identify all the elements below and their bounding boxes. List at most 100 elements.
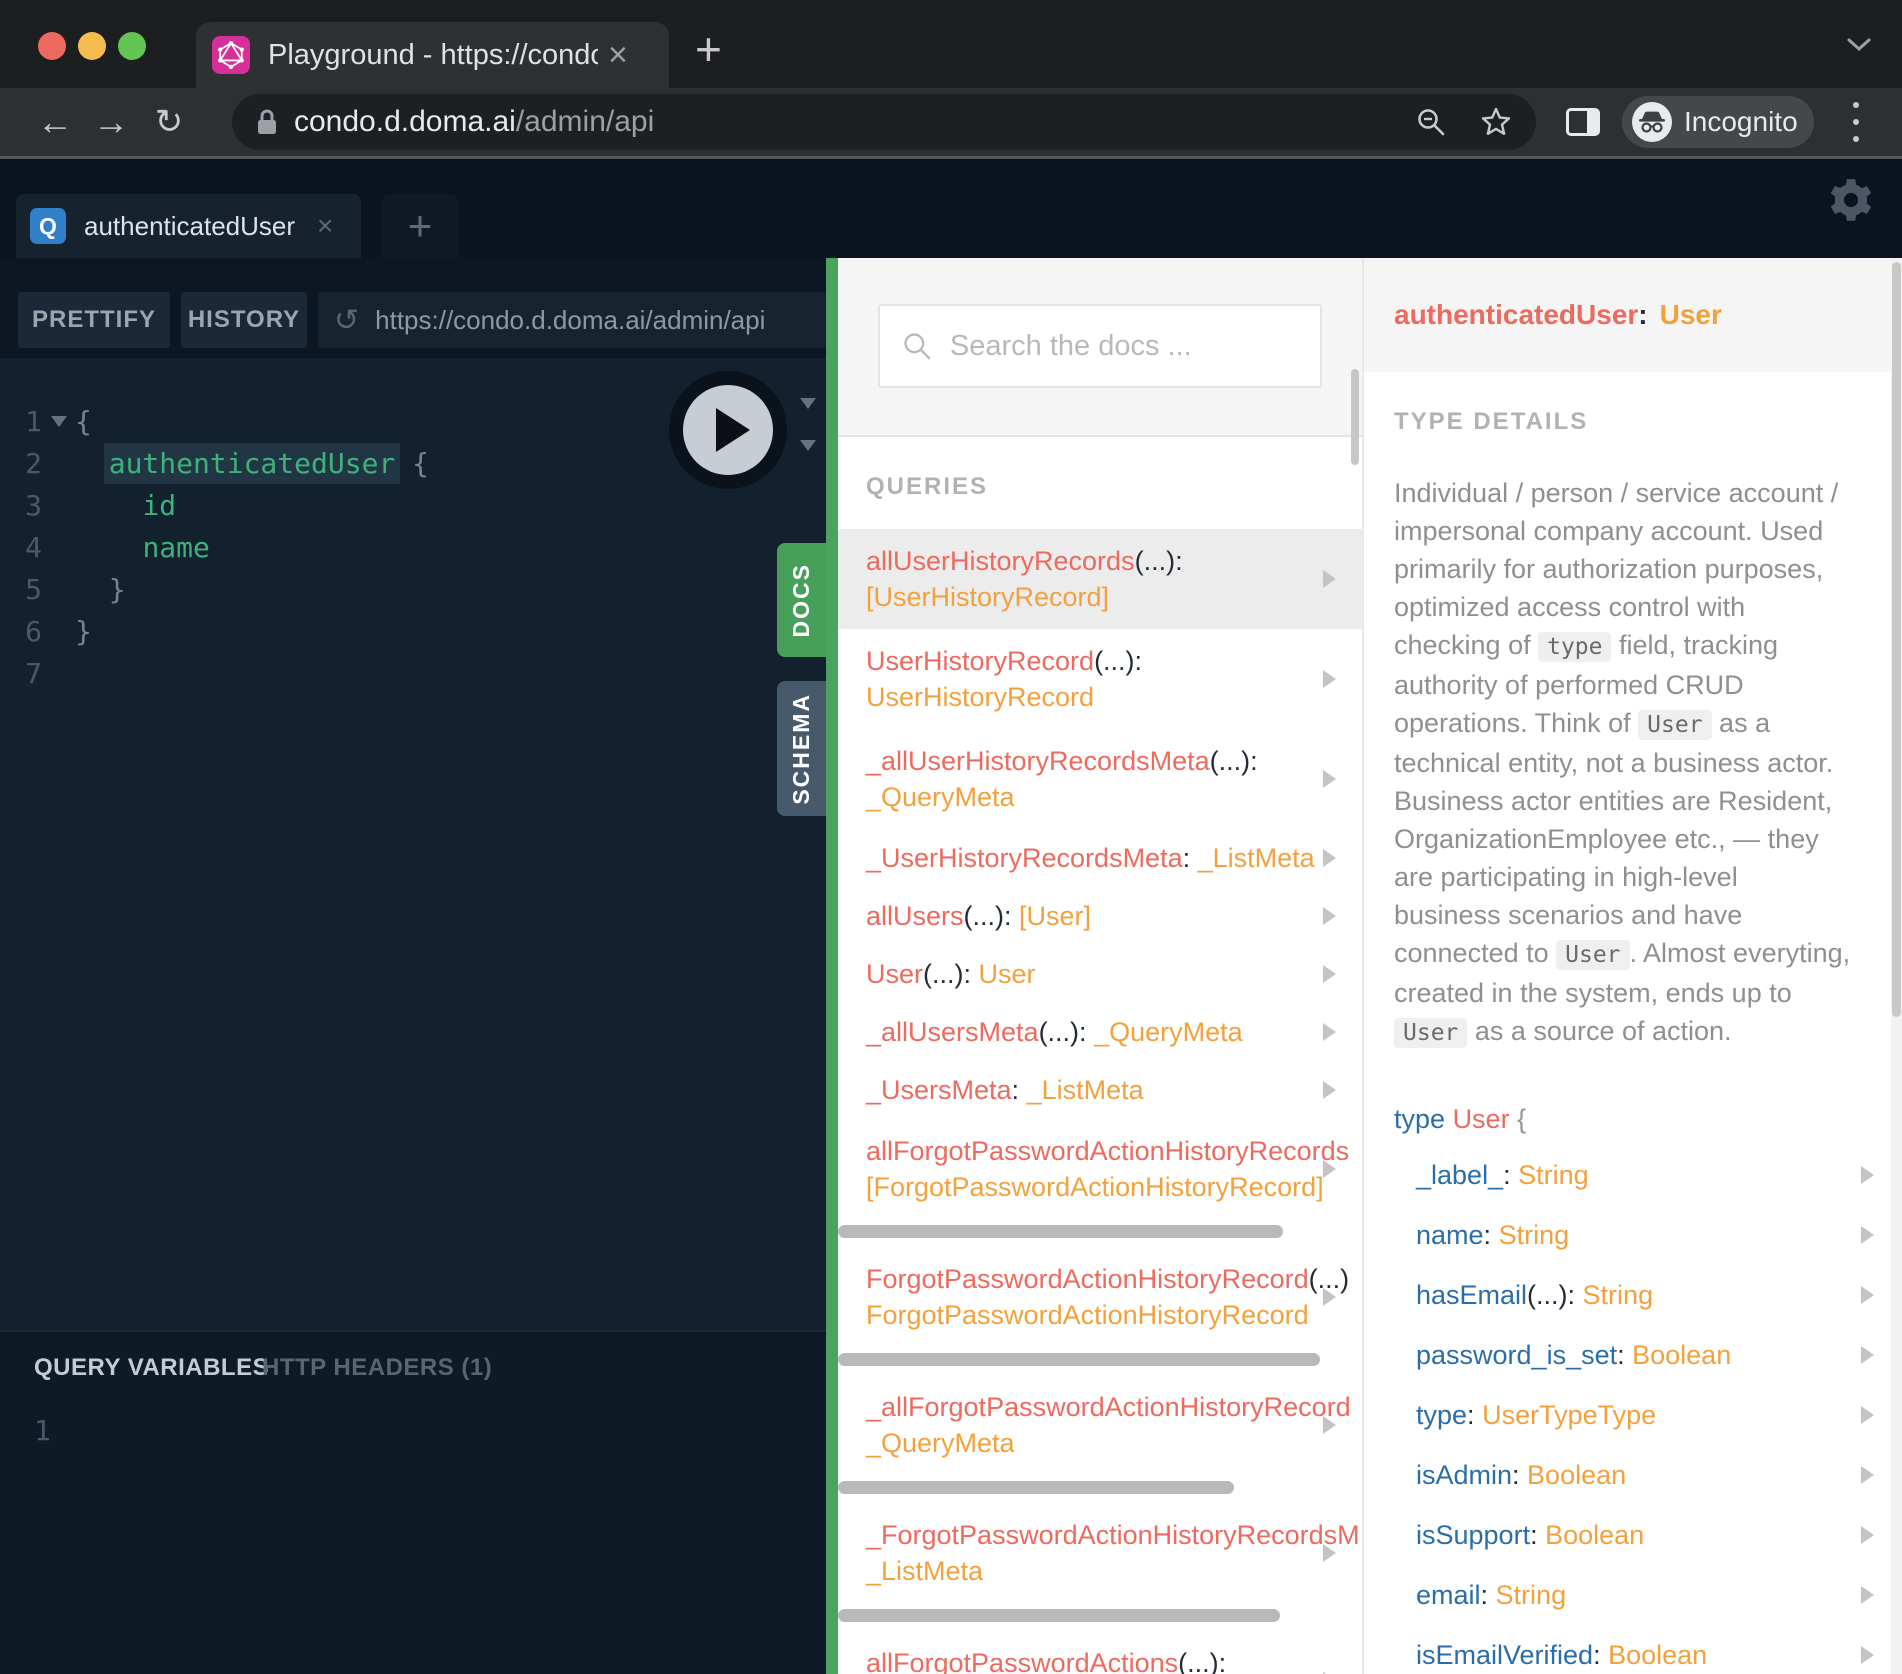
- expand-chevron-icon[interactable]: [1861, 1406, 1874, 1424]
- expand-chevron-icon[interactable]: [1323, 849, 1336, 867]
- expand-chevron-icon[interactable]: [1323, 1023, 1336, 1041]
- query-list-item[interactable]: allForgotPasswordActions(...):[ForgotPas…: [838, 1631, 1362, 1674]
- close-window-button[interactable]: [38, 32, 66, 60]
- query-list-item[interactable]: User(...): User: [838, 945, 1362, 1003]
- type-details-label: TYPE DETAILS: [1394, 408, 1902, 436]
- expand-chevron-icon[interactable]: [1323, 1160, 1336, 1178]
- minimize-window-button[interactable]: [78, 32, 106, 60]
- editor-line[interactable]: 4 name: [0, 526, 826, 568]
- forward-button[interactable]: →: [84, 88, 138, 156]
- type-field-row[interactable]: hasEmail(...): String: [1394, 1265, 1880, 1325]
- query-list-item[interactable]: allUsers(...): [User]: [838, 887, 1362, 945]
- type-field-row[interactable]: isSupport: Boolean: [1394, 1505, 1880, 1565]
- new-session-button[interactable]: +: [382, 194, 458, 258]
- prettify-button[interactable]: PRETTIFY: [18, 292, 170, 348]
- editor-line[interactable]: 3 id: [0, 484, 826, 526]
- docs-search-input[interactable]: [950, 330, 1298, 363]
- expand-chevron-icon[interactable]: [1861, 1346, 1874, 1364]
- zoom-out-icon[interactable]: [1416, 107, 1446, 137]
- expand-chevron-icon[interactable]: [1861, 1586, 1874, 1604]
- fullscreen-window-button[interactable]: [118, 32, 146, 60]
- reload-button[interactable]: ↻: [142, 88, 196, 156]
- execute-query-button[interactable]: [669, 371, 787, 489]
- query-list-item[interactable]: _ForgotPasswordActionHistoryRecordsM_Lis…: [838, 1503, 1362, 1622]
- type-field-row[interactable]: email: String: [1394, 1565, 1880, 1625]
- editor-line[interactable]: 6}: [0, 610, 826, 652]
- docs-scrollbar[interactable]: [1351, 369, 1359, 465]
- horizontal-scrollbar[interactable]: [838, 1481, 1234, 1494]
- type-field-row[interactable]: name: String: [1394, 1205, 1880, 1265]
- type-field-row[interactable]: password_is_set: Boolean: [1394, 1325, 1880, 1385]
- type-field-row[interactable]: type: UserTypeType: [1394, 1385, 1880, 1445]
- screen: Playground - https://condo.d.d × + ← → ↻…: [0, 0, 1902, 1674]
- browser-tab[interactable]: Playground - https://condo.d.d ×: [196, 22, 669, 88]
- tab-search-chevron-icon[interactable]: [1846, 36, 1872, 57]
- endpoint-input[interactable]: ↺ https://condo.d.doma.ai/admin/api: [318, 292, 826, 348]
- tab-http-headers[interactable]: HTTP HEADERS (1): [262, 1354, 492, 1382]
- query-list-item[interactable]: _allUsersMeta(...): _QueryMeta: [838, 1003, 1362, 1061]
- query-list-item[interactable]: _allUserHistoryRecordsMeta(...):_QueryMe…: [838, 729, 1362, 829]
- operation-dropdown-icon-2[interactable]: [800, 440, 816, 451]
- operation-dropdown-icon[interactable]: [800, 398, 816, 409]
- browser-tabstrip: Playground - https://condo.d.d × +: [0, 0, 1902, 88]
- tab-docs[interactable]: DOCS: [777, 543, 826, 657]
- query-list-item[interactable]: _UsersMeta: _ListMeta: [838, 1061, 1362, 1119]
- url-host: condo.d.doma.ai: [294, 105, 516, 139]
- query-list-item[interactable]: ForgotPasswordActionHistoryRecord(...)Fo…: [838, 1247, 1362, 1366]
- expand-chevron-icon[interactable]: [1323, 1544, 1336, 1562]
- expand-chevron-icon[interactable]: [1323, 770, 1336, 788]
- expand-chevron-icon[interactable]: [1323, 570, 1336, 588]
- query-list-item[interactable]: allUserHistoryRecords(...):[UserHistoryR…: [838, 529, 1362, 629]
- type-field-row[interactable]: _label_: String: [1394, 1145, 1880, 1205]
- query-list-item[interactable]: _allForgotPasswordActionHistoryRecord_Qu…: [838, 1375, 1362, 1494]
- reset-endpoint-icon[interactable]: ↺: [334, 303, 359, 338]
- browser-tab-title: Playground - https://condo.d.d: [268, 39, 598, 72]
- horizontal-scrollbar[interactable]: [838, 1225, 1283, 1238]
- expand-chevron-icon[interactable]: [1323, 670, 1336, 688]
- url-path: /admin/api: [516, 105, 654, 139]
- query-list-item[interactable]: _UserHistoryRecordsMeta: _ListMeta: [838, 829, 1362, 887]
- expand-chevron-icon[interactable]: [1323, 1416, 1336, 1434]
- docs-search-box[interactable]: [878, 304, 1322, 388]
- expand-chevron-icon[interactable]: [1861, 1466, 1874, 1484]
- detail-scrollbar[interactable]: [1892, 262, 1901, 1017]
- editor-line[interactable]: 5 }: [0, 568, 826, 610]
- browser-menu-icon[interactable]: [1848, 102, 1864, 142]
- tab-schema[interactable]: SCHEMA: [777, 681, 826, 816]
- horizontal-scrollbar[interactable]: [838, 1609, 1280, 1622]
- graphql-favicon-icon: [212, 36, 250, 74]
- type-field-row[interactable]: isAdmin: Boolean: [1394, 1445, 1880, 1505]
- query-list-item[interactable]: UserHistoryRecord(...):UserHistoryRecord: [838, 629, 1362, 729]
- query-editor[interactable]: 1{2 authenticatedUser {3 id4 name5 }6}7: [0, 358, 826, 1330]
- bookmark-star-icon[interactable]: [1480, 106, 1512, 138]
- settings-gear-icon[interactable]: [1826, 175, 1876, 230]
- expand-chevron-icon[interactable]: [1323, 1288, 1336, 1306]
- expand-chevron-icon[interactable]: [1323, 907, 1336, 925]
- side-panel-icon[interactable]: [1566, 108, 1600, 136]
- expand-chevron-icon[interactable]: [1323, 965, 1336, 983]
- type-declaration: type User {: [1394, 1104, 1902, 1135]
- detail-field-name: authenticatedUser: [1394, 299, 1638, 331]
- back-button[interactable]: ←: [28, 88, 82, 156]
- horizontal-scrollbar[interactable]: [838, 1353, 1320, 1366]
- editor-line[interactable]: 7: [0, 652, 826, 694]
- address-bar[interactable]: condo.d.doma.ai/admin/api: [232, 94, 1536, 150]
- session-close-icon[interactable]: ×: [317, 210, 333, 242]
- detail-type-name[interactable]: User: [1660, 299, 1722, 331]
- docs-search-band: [838, 258, 1362, 437]
- expand-chevron-icon[interactable]: [1323, 1081, 1336, 1099]
- tab-query-variables[interactable]: QUERY VARIABLES: [34, 1354, 269, 1382]
- session-tab-authenticateduser[interactable]: Q authenticatedUser ×: [16, 194, 361, 258]
- new-tab-button[interactable]: +: [695, 26, 722, 72]
- type-field-row[interactable]: isEmailVerified: Boolean: [1394, 1625, 1880, 1674]
- expand-chevron-icon[interactable]: [1861, 1166, 1874, 1184]
- expand-chevron-icon[interactable]: [1861, 1286, 1874, 1304]
- expand-chevron-icon[interactable]: [1861, 1526, 1874, 1544]
- history-button[interactable]: HISTORY: [181, 292, 307, 348]
- query-list-item[interactable]: allForgotPasswordActionHistoryRecords[Fo…: [838, 1119, 1362, 1238]
- expand-chevron-icon[interactable]: [1861, 1226, 1874, 1244]
- docs-panel-divider[interactable]: [826, 258, 838, 1674]
- detail-scrollbar-track: [1891, 258, 1902, 1674]
- expand-chevron-icon[interactable]: [1861, 1646, 1874, 1664]
- tab-close-icon[interactable]: ×: [608, 38, 628, 72]
